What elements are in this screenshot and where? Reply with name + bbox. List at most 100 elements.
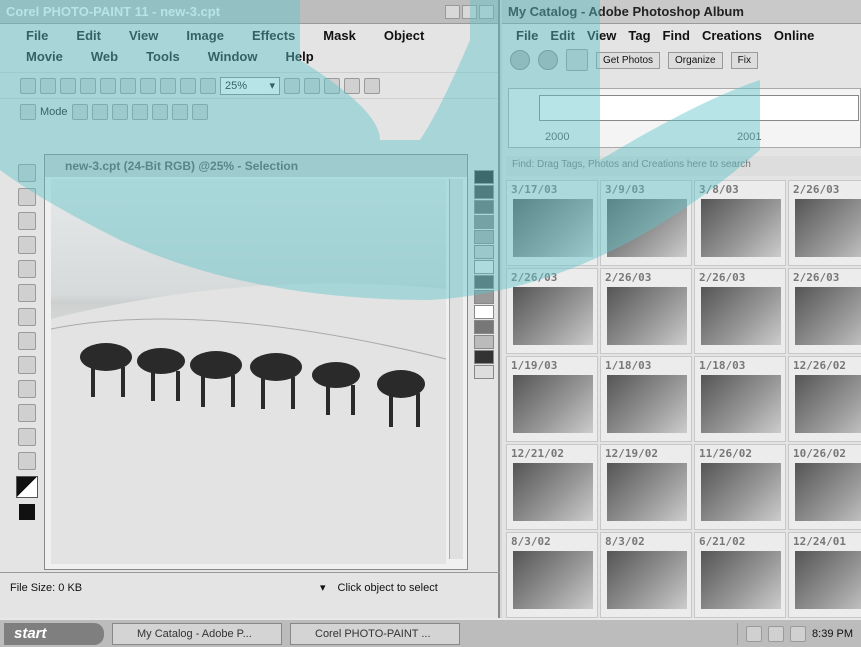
photo-thumb[interactable]: 12/19/02 (600, 444, 692, 530)
palette-swatch[interactable] (474, 290, 494, 304)
photo-thumb[interactable]: 3/9/03 (600, 180, 692, 266)
photo-thumb[interactable]: 2/26/03 (600, 268, 692, 354)
menu-window[interactable]: Window (208, 49, 258, 64)
photo-thumb[interactable]: 3/17/03 (506, 180, 598, 266)
chevron-down-icon[interactable]: ▾ (320, 581, 326, 594)
tray-icon[interactable] (768, 625, 785, 642)
palette-swatch[interactable] (474, 365, 494, 379)
menu-web[interactable]: Web (91, 49, 118, 64)
corel-titlebar[interactable]: Corel PHOTO-PAINT 11 - new-3.cpt (0, 0, 498, 24)
photo-thumb[interactable]: 12/24/01 (788, 532, 861, 618)
photo-thumb[interactable]: 10/26/02 (788, 444, 861, 530)
document-titlebar[interactable]: new-3.cpt (24-Bit RGB) @25% - Selection (45, 155, 467, 177)
brush-tool-icon[interactable] (18, 404, 36, 422)
fill-tool-icon[interactable] (18, 380, 36, 398)
photo-thumb[interactable]: 12/26/02 (788, 356, 861, 442)
palette-swatch[interactable] (474, 215, 494, 229)
new-icon[interactable] (20, 77, 36, 94)
photo-thumb[interactable]: 2/26/03 (506, 268, 598, 354)
color-palette[interactable] (474, 160, 494, 560)
import-icon[interactable] (200, 77, 216, 94)
start-button[interactable]: start (4, 622, 104, 645)
copy-icon[interactable] (120, 77, 136, 94)
paste-icon[interactable] (140, 77, 156, 94)
redeye-icon[interactable] (18, 332, 36, 350)
palette-swatch[interactable] (474, 200, 494, 214)
album-menu-view[interactable]: View (587, 28, 616, 43)
eraser-icon[interactable] (18, 284, 36, 302)
vertical-scrollbar[interactable] (449, 179, 463, 559)
palette-swatch[interactable] (474, 260, 494, 274)
tray-icon[interactable] (746, 625, 763, 642)
taskbar-item-album[interactable]: My Catalog - Adobe P... (112, 622, 282, 645)
palette-swatch[interactable] (474, 185, 494, 199)
photo-thumb[interactable]: 12/21/02 (506, 444, 598, 530)
apply-icon[interactable] (191, 103, 208, 120)
undo-icon[interactable] (160, 77, 176, 94)
menu-mask[interactable]: Mask (323, 28, 356, 43)
photo-thumb[interactable]: 11/26/02 (694, 444, 786, 530)
scan-icon[interactable] (364, 77, 380, 94)
image-canvas[interactable] (51, 179, 446, 564)
palette-swatch[interactable] (474, 170, 494, 184)
menu-view[interactable]: View (129, 28, 158, 43)
close-button[interactable] (479, 4, 494, 19)
save-icon[interactable] (60, 77, 76, 94)
menu-tools[interactable]: Tools (146, 49, 180, 64)
open-icon[interactable] (40, 77, 56, 94)
taskbar-item-corel[interactable]: Corel PHOTO-PAINT ... (290, 622, 460, 645)
organize-button[interactable]: Organize (668, 51, 723, 69)
home-icon[interactable] (566, 49, 588, 71)
photo-thumb[interactable]: 1/18/03 (600, 356, 692, 442)
perspective-icon[interactable] (171, 103, 188, 120)
palette-swatch[interactable] (474, 245, 494, 259)
scale-icon[interactable] (111, 103, 128, 120)
image-sprayer-icon[interactable] (18, 452, 36, 470)
album-menu-online[interactable]: Online (774, 28, 814, 43)
photo-thumb[interactable]: 2/26/03 (788, 268, 861, 354)
timeline-bar[interactable] (539, 95, 859, 121)
zoom-tool-icon[interactable] (18, 236, 36, 254)
cut-icon[interactable] (100, 77, 116, 94)
maximize-button[interactable] (462, 4, 477, 19)
menu-object[interactable]: Object (384, 28, 424, 43)
album-menu-tag[interactable]: Tag (628, 28, 650, 43)
mask-tool-icon[interactable] (18, 188, 36, 206)
redo-icon[interactable] (180, 77, 196, 94)
text-tool-icon[interactable] (18, 308, 36, 326)
album-menu-file[interactable]: File (516, 28, 538, 43)
palette-swatch[interactable] (474, 335, 494, 349)
eyedropper-icon[interactable] (18, 260, 36, 278)
photo-thumb[interactable]: 2/26/03 (788, 180, 861, 266)
menu-help[interactable]: Help (285, 49, 313, 64)
menu-image[interactable]: Image (186, 28, 224, 43)
zoom-select[interactable]: 25% ▾ (220, 76, 280, 95)
menu-effects[interactable]: Effects (252, 28, 295, 43)
timeline[interactable]: 2000 2001 (508, 88, 861, 148)
effect-icon[interactable] (344, 77, 360, 94)
album-menu-find[interactable]: Find (663, 28, 690, 43)
volume-icon[interactable] (790, 625, 807, 642)
fix-button[interactable]: Fix (730, 51, 758, 69)
photo-thumb[interactable]: 1/18/03 (694, 356, 786, 442)
album-menu-edit[interactable]: Edit (550, 28, 575, 43)
print-icon[interactable] (80, 77, 96, 94)
rotate-icon[interactable] (91, 103, 108, 120)
shape-tool-icon[interactable] (18, 356, 36, 374)
palette-swatch[interactable] (474, 320, 494, 334)
mask-mode-icon[interactable] (19, 504, 35, 520)
palette-swatch[interactable] (474, 305, 494, 319)
object-icon[interactable] (324, 77, 340, 94)
photo-thumb[interactable]: 1/19/03 (506, 356, 598, 442)
album-menu-creations[interactable]: Creations (702, 28, 762, 43)
palette-swatch[interactable] (474, 275, 494, 289)
palette-swatch[interactable] (474, 230, 494, 244)
pick-icon[interactable] (20, 103, 36, 120)
photo-thumb[interactable]: 2/26/03 (694, 268, 786, 354)
move-icon[interactable] (71, 103, 88, 120)
palette-swatch[interactable] (474, 350, 494, 364)
menu-edit[interactable]: Edit (76, 28, 101, 43)
mask-icon[interactable] (304, 77, 320, 94)
menu-file[interactable]: File (26, 28, 48, 43)
minimize-button[interactable] (445, 4, 460, 19)
